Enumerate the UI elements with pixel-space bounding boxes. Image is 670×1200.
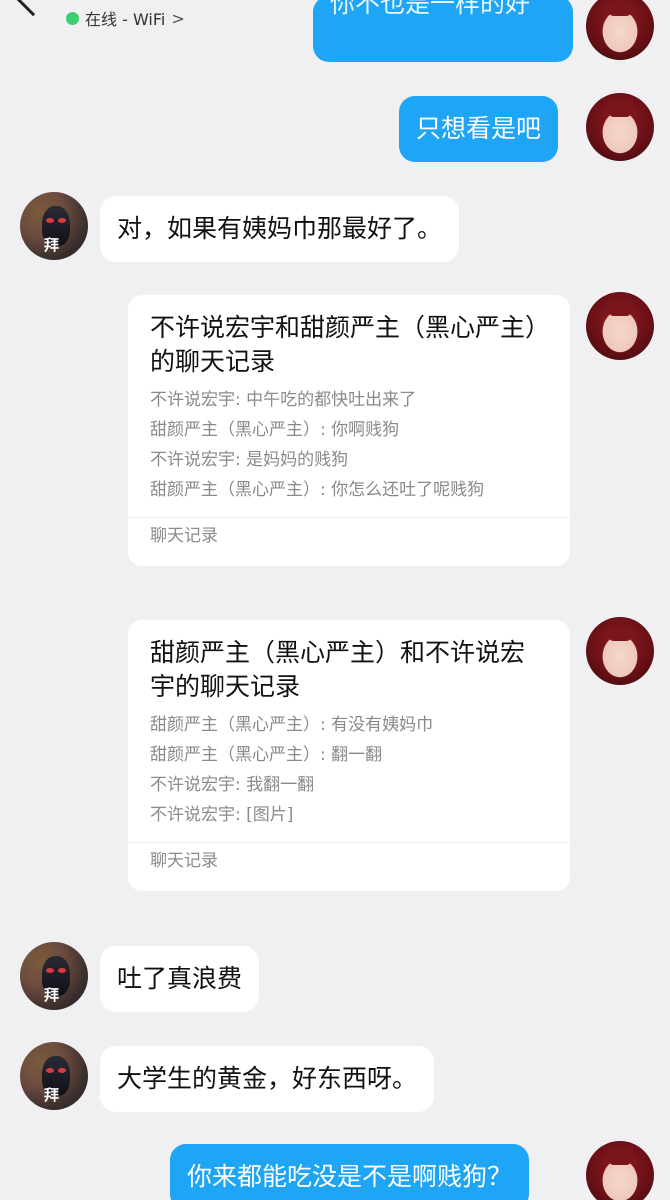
card-line: 不许说宏宇: 中午吃的都快吐出来了	[150, 390, 417, 410]
card-title: 不许说宏宇和甜颜严主（黑心严主）的聊天记录	[150, 313, 538, 376]
message-bubble-received[interactable]: 吐了真浪费	[100, 946, 260, 1012]
message-bubble-sent[interactable]: 你不也是一样的好	[313, 0, 573, 62]
card-line: 甜颜严主（黑心严主）: 你怎么还吐了呢贱狗	[150, 480, 485, 500]
forwarded-chat-card[interactable]: 甜颜严主（黑心严主）和不许说宏宇的聊天记录 甜颜严主（黑心严主）: 有没有姨妈巾…	[128, 620, 570, 891]
card-footer: 聊天记录	[150, 526, 218, 546]
user-avatar[interactable]	[586, 292, 654, 360]
chat-screen: 在线 - WiFi > 你不也是一样的好 只想看是吧 拜 对，如果有姨妈巾那最好…	[0, 0, 670, 1200]
card-preview: 甜颜严主（黑心严主）: 有没有姨妈巾 甜颜严主（黑心严主）: 翻一翻 不许说宏宇…	[128, 704, 570, 842]
message-text: 大学生的黄金，好东西呀。	[117, 1064, 418, 1093]
message-text: 你来都能吃没是不是啊贱狗？	[187, 1162, 513, 1191]
online-status-icon	[66, 11, 79, 25]
card-line: 甜颜严主（黑心严主）: 有没有姨妈巾	[150, 715, 434, 735]
online-status[interactable]: 在线 - WiFi >	[66, 6, 185, 30]
user-avatar[interactable]	[586, 0, 654, 60]
card-line: 不许说宏宇: [图片]	[150, 805, 294, 825]
chevron-right-icon: >	[171, 8, 185, 28]
avatar-badge-text: 拜	[44, 986, 60, 1004]
avatar-badge-text: 拜	[44, 1086, 60, 1104]
user-avatar[interactable]	[586, 617, 654, 685]
message-text: 吐了真浪费	[117, 964, 243, 993]
status-text: 在线 - WiFi	[85, 10, 166, 29]
card-line: 甜颜严主（黑心严主）: 你啊贱狗	[150, 420, 400, 440]
message-text: 对，如果有姨妈巾那最好了。	[117, 214, 443, 243]
user-avatar[interactable]	[586, 1141, 654, 1200]
contact-avatar[interactable]: 拜	[20, 192, 88, 260]
message-bubble-sent[interactable]: 只想看是吧	[399, 96, 559, 162]
avatar-badge-text: 拜	[44, 236, 60, 254]
message-bubble-sent[interactable]: 你来都能吃没是不是啊贱狗？	[170, 1144, 530, 1200]
message-bubble-received[interactable]: 大学生的黄金，好东西呀。	[100, 1046, 435, 1112]
card-title: 甜颜严主（黑心严主）和不许说宏宇的聊天记录	[150, 638, 526, 701]
back-icon[interactable]	[11, 0, 55, 17]
card-footer: 聊天记录	[150, 851, 218, 871]
card-line: 不许说宏宇: 我翻一翻	[150, 775, 315, 795]
card-preview: 不许说宏宇: 中午吃的都快吐出来了 甜颜严主（黑心严主）: 你啊贱狗 不许说宏宇…	[128, 379, 570, 517]
card-line: 甜颜严主（黑心严主）: 翻一翻	[150, 745, 383, 765]
contact-avatar[interactable]: 拜	[20, 1042, 88, 1110]
contact-avatar[interactable]: 拜	[20, 942, 88, 1010]
forwarded-chat-card[interactable]: 不许说宏宇和甜颜严主（黑心严主）的聊天记录 不许说宏宇: 中午吃的都快吐出来了 …	[128, 295, 570, 566]
message-text: 只想看是吧	[416, 114, 542, 143]
message-text: 你不也是一样的好	[330, 0, 531, 18]
card-line: 不许说宏宇: 是妈妈的贱狗	[150, 450, 349, 470]
message-bubble-received[interactable]: 对，如果有姨妈巾那最好了。	[100, 196, 460, 262]
user-avatar[interactable]	[586, 93, 654, 161]
